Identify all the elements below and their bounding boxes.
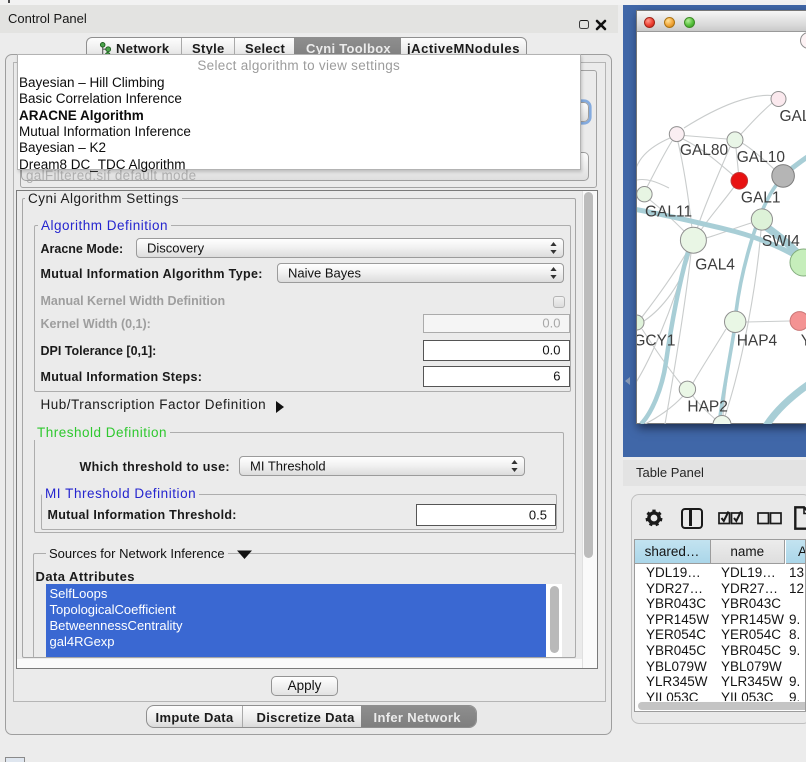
- svg-text:GAL10: GAL10: [736, 149, 785, 166]
- svg-text:GAL80: GAL80: [679, 142, 728, 159]
- svg-text:GAL1: GAL1: [740, 190, 780, 207]
- svg-text:YJL: YJL: [800, 333, 806, 350]
- svg-text:GAL7: GAL7: [779, 108, 806, 125]
- svg-text:HAP4: HAP4: [736, 333, 777, 350]
- svg-text:GAL11: GAL11: [645, 204, 692, 221]
- svg-text:HAP2: HAP2: [687, 399, 728, 416]
- svg-text:GAL4: GAL4: [695, 257, 735, 274]
- svg-text:SWI4: SWI4: [761, 233, 799, 250]
- svg-text:GCY1: GCY1: [637, 333, 676, 350]
